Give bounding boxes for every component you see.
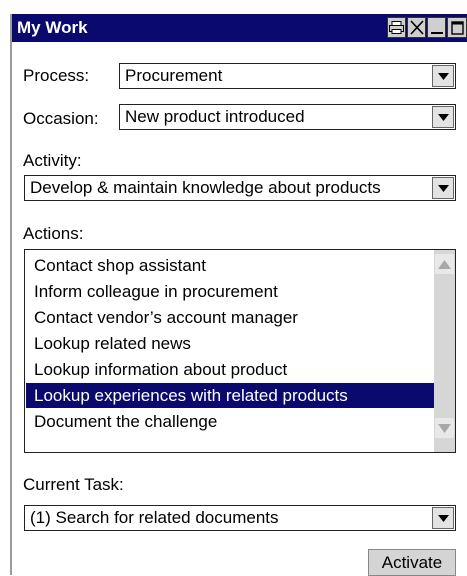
list-item[interactable]: Lookup experiences with related products [26,383,435,408]
list-item[interactable]: Contact shop assistant [26,253,435,278]
my-work-window: My Work Process: Procurement Occasion: N… [10,14,467,576]
process-label: Process: [23,66,90,85]
occasion-label: Occasion: [23,109,99,128]
activity-label: Activity: [23,151,82,170]
list-item[interactable]: Lookup related news [26,331,435,356]
title-bar[interactable]: My Work [12,14,467,42]
minimize-icon[interactable] [427,17,446,38]
print-icon[interactable] [387,17,406,38]
dropdown-arrow-icon[interactable] [432,507,454,529]
current-task-label: Current Task: [23,475,124,494]
scroll-up-icon[interactable] [435,254,454,274]
window-title: My Work [17,18,88,37]
actions-scrollbar[interactable] [434,250,455,452]
list-item[interactable]: Lookup information about product [26,357,435,382]
close-icon[interactable] [407,17,426,38]
actions-listbox[interactable]: Contact shop assistant Inform colleague … [24,249,456,453]
list-item[interactable]: Document the challenge [26,409,435,434]
process-value: Procurement [125,66,223,85]
dropdown-arrow-icon[interactable] [432,65,454,87]
list-item[interactable]: Contact vendor’s account manager [26,305,435,330]
activity-select[interactable]: Develop & maintain knowledge about produ… [24,175,456,201]
occasion-select[interactable]: New product introduced [119,104,456,130]
maximize-icon[interactable] [447,17,467,38]
current-task-select[interactable]: (1) Search for related documents [24,505,456,531]
actions-label: Actions: [23,224,84,243]
current-task-value: (1) Search for related documents [30,508,279,527]
list-item[interactable]: Inform colleague in procurement [26,279,435,304]
dropdown-arrow-icon[interactable] [432,177,454,199]
process-select[interactable]: Procurement [119,63,456,89]
activate-button[interactable]: Activate [368,549,456,576]
dropdown-arrow-icon[interactable] [432,106,454,128]
occasion-value: New product introduced [125,107,305,126]
scroll-down-icon[interactable] [435,418,454,438]
activity-value: Develop & maintain knowledge about produ… [30,178,381,197]
